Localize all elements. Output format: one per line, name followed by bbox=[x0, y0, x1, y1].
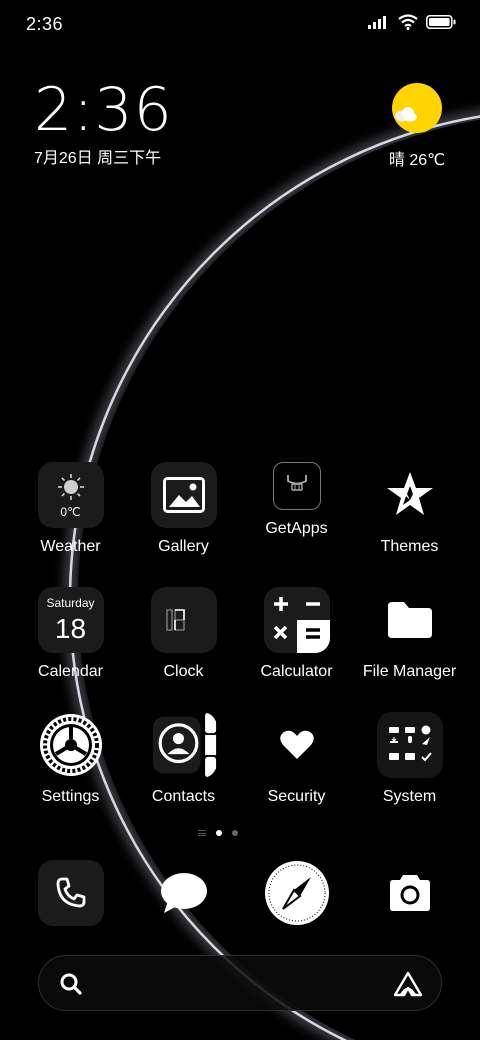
app-label: Contacts bbox=[151, 788, 216, 805]
widget-date: 7月26日 周三下午 bbox=[34, 150, 162, 167]
themes-icon bbox=[377, 462, 443, 528]
status-bar: 2:36 bbox=[0, 0, 480, 50]
phone-icon bbox=[37, 860, 104, 926]
browser-compass-icon bbox=[264, 860, 330, 926]
app-grid: 0℃ Weather Gallery GetApps Themes Saturd… bbox=[14, 462, 466, 837]
assistant-icon bbox=[393, 971, 423, 997]
system-folder-icon bbox=[376, 712, 443, 778]
status-icons bbox=[368, 14, 456, 30]
dock-messages[interactable] bbox=[127, 860, 240, 928]
dock bbox=[14, 860, 466, 928]
app-label: GetApps bbox=[265, 520, 328, 537]
app-label: File Manager bbox=[362, 663, 457, 680]
search-bar[interactable] bbox=[38, 955, 442, 1011]
app-calculator[interactable]: Calculator bbox=[240, 587, 353, 712]
wifi-icon bbox=[398, 14, 418, 30]
page-indicator[interactable] bbox=[198, 830, 238, 836]
clock-icon bbox=[150, 587, 217, 653]
app-label: Themes bbox=[380, 538, 439, 555]
app-themes[interactable]: Themes bbox=[353, 462, 466, 587]
app-weather[interactable]: 0℃ Weather bbox=[14, 462, 127, 587]
app-getapps[interactable]: GetApps bbox=[240, 462, 353, 587]
sun-cloud-icon bbox=[392, 83, 442, 133]
messages-icon bbox=[151, 860, 217, 926]
app-clock[interactable]: Clock bbox=[127, 587, 240, 712]
app-system-folder[interactable]: System bbox=[353, 712, 466, 837]
heart-icon bbox=[264, 712, 330, 778]
app-calendar[interactable]: Saturday 18 Calendar bbox=[14, 587, 127, 712]
app-settings[interactable]: Settings bbox=[14, 712, 127, 837]
app-label: System bbox=[382, 788, 437, 805]
app-row: Settings Contacts Security System bbox=[14, 712, 466, 837]
calendar-date: 18 bbox=[54, 613, 87, 644]
gallery-icon bbox=[150, 462, 217, 528]
app-security[interactable]: Security bbox=[240, 712, 353, 837]
status-time: 2:36 bbox=[26, 14, 64, 34]
app-row: Saturday 18 Calendar Clock Calculator Fi… bbox=[14, 587, 466, 712]
app-label: Settings bbox=[41, 788, 100, 805]
app-label: Security bbox=[267, 788, 326, 805]
app-label: Weather bbox=[40, 538, 101, 555]
page-menu-icon bbox=[198, 830, 206, 836]
weather-text: 晴 26℃ bbox=[388, 152, 446, 169]
weather-icon: 0℃ bbox=[37, 462, 104, 528]
app-label: Calendar bbox=[38, 663, 103, 680]
dock-camera[interactable] bbox=[353, 860, 466, 928]
app-label: Clock bbox=[163, 663, 204, 680]
calculator-icon bbox=[263, 587, 330, 653]
app-file-manager[interactable]: File Manager bbox=[353, 587, 466, 712]
clock-widget[interactable]: 2:36 7月26日 周三下午 bbox=[34, 78, 173, 168]
dock-browser[interactable] bbox=[240, 860, 353, 928]
contacts-icon bbox=[151, 712, 217, 778]
weather-widget[interactable]: 晴 26℃ bbox=[382, 82, 452, 170]
widget-time: 2:36 bbox=[34, 75, 173, 145]
calendar-icon: Saturday 18 bbox=[37, 587, 104, 653]
app-label: Gallery bbox=[158, 538, 209, 555]
dock-phone[interactable] bbox=[14, 860, 127, 928]
page-dot-active bbox=[216, 830, 222, 836]
app-gallery[interactable]: Gallery bbox=[127, 462, 240, 587]
folder-icon bbox=[377, 587, 443, 653]
app-label: Calculator bbox=[260, 663, 333, 680]
search-icon bbox=[60, 973, 82, 995]
signal-icon bbox=[368, 16, 386, 29]
page-dot bbox=[232, 830, 238, 836]
settings-icon bbox=[38, 712, 104, 778]
battery-icon bbox=[426, 15, 456, 29]
camera-icon bbox=[377, 860, 443, 926]
app-contacts[interactable]: Contacts bbox=[127, 712, 240, 837]
getapps-icon bbox=[272, 462, 321, 510]
app-row: 0℃ Weather Gallery GetApps Themes bbox=[14, 462, 466, 587]
weather-app-temp: 0℃ bbox=[60, 505, 81, 519]
calendar-day: Saturday bbox=[46, 596, 95, 610]
